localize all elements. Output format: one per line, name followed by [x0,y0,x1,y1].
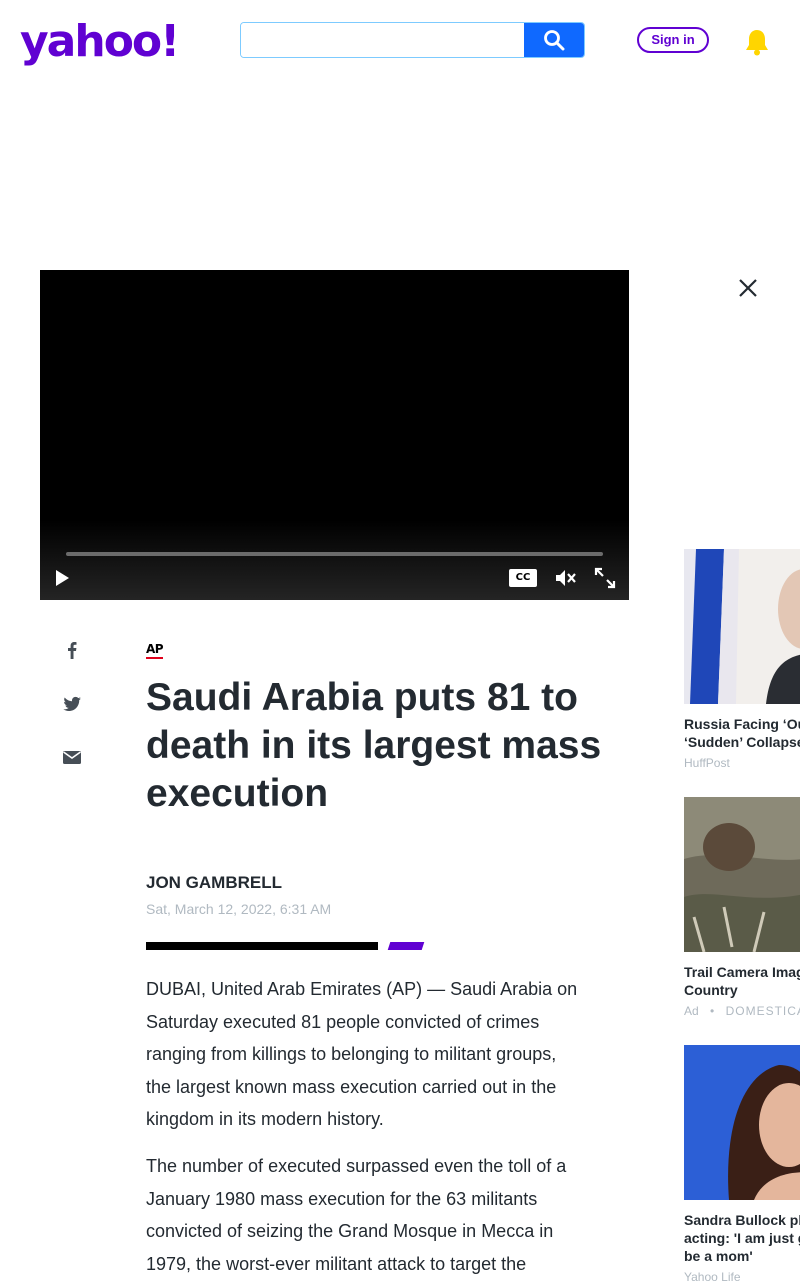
publish-date: Sat, March 12, 2022, 6:31 AM [146,901,332,917]
rail-story-title[interactable]: Sandra Bullock pl acting: 'I am just g b… [684,1211,800,1265]
rail-ad-source: DOMESTICA [725,1004,800,1018]
rail-ad-title[interactable]: Trail Camera Imag Country [684,963,800,999]
search-button[interactable] [524,23,584,57]
rail-story-source: Yahoo Life [684,1270,741,1284]
video-controls-overlay [40,520,629,600]
search-icon [544,30,565,51]
article-divider [146,942,378,950]
rail-story-image[interactable] [684,549,800,704]
article-paragraph: The number of executed surpassed even th… [146,1156,567,1274]
rail-ad[interactable]: Trail Camera Imag Country Ad • DOMESTICA [684,797,800,1027]
search-box [240,22,585,58]
facebook-icon[interactable] [60,638,84,662]
video-player[interactable]: CC [40,270,629,600]
fullscreen-icon[interactable] [594,567,616,589]
twitter-icon[interactable] [60,692,84,716]
close-icon[interactable] [736,276,760,300]
article-divider-accent [387,942,425,950]
search-input[interactable] [241,23,525,57]
source-logo[interactable]: AP [146,642,164,659]
separator-dot: • [710,1004,715,1018]
rail-ad-image[interactable] [684,797,800,952]
article-headline: Saudi Arabia puts 81 to death in its lar… [146,676,602,815]
ad-label: Ad [684,1004,699,1018]
bell-icon[interactable] [744,28,770,56]
video-progress-bar[interactable] [66,552,603,556]
author-name: JON GAMBRELL [146,873,282,892]
rail-story-source: HuffPost [684,756,730,770]
rail-ad-meta: Ad • DOMESTICA [684,1004,800,1018]
play-icon[interactable] [52,568,72,588]
rail-story-image[interactable] [684,1045,800,1200]
rail-story[interactable]: Sandra Bullock pl acting: 'I am just g b… [684,1045,800,1285]
mail-icon[interactable] [60,745,84,769]
rail-story-title[interactable]: Russia Facing ‘Ou ‘Sudden’ Collapse [684,715,800,751]
yahoo-logo[interactable]: yahoo! [20,14,180,70]
article-paragraph: DUBAI, United Arab Emirates (AP) — Saudi… [146,979,578,1129]
mute-icon[interactable] [554,567,578,589]
rail-story[interactable]: Russia Facing ‘Ou ‘Sudden’ Collapse Huff… [684,549,800,779]
sign-in-button[interactable]: Sign in [637,27,709,53]
cc-button[interactable]: CC [509,569,537,587]
